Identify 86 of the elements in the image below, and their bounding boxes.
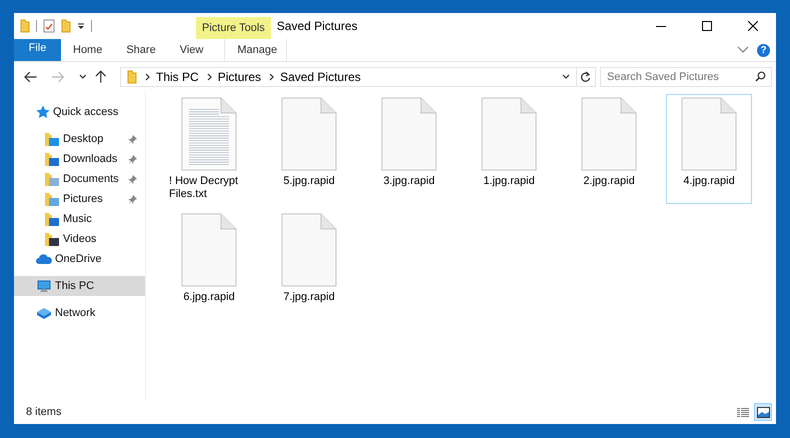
- window-title: Saved Pictures: [276, 18, 358, 35]
- blank-file-icon: [281, 213, 337, 287]
- expand-ribbon-icon[interactable]: [737, 46, 749, 54]
- sidebar-label: Music: [63, 213, 92, 225]
- sidebar-item[interactable]: This PC: [14, 276, 145, 296]
- chevron-right-icon: [206, 73, 212, 81]
- cloud-icon: [36, 254, 52, 264]
- file-name: 3.jpg.rapid: [383, 175, 435, 188]
- address-bar[interactable]: This PC Pictures Saved Pictures: [120, 67, 577, 87]
- sidebar-item[interactable]: Pictures: [14, 189, 145, 209]
- file-item[interactable]: ! How Decrypt Files.txt: [166, 94, 252, 204]
- breadcrumb[interactable]: Saved Pictures: [280, 70, 361, 84]
- help-button[interactable]: ?: [757, 44, 770, 56]
- file-tab[interactable]: File: [14, 39, 61, 61]
- sidebar-item[interactable]: Downloads: [14, 149, 145, 169]
- desktop-folder-icon: [44, 132, 60, 146]
- sidebar-item[interactable]: OneDrive: [14, 249, 145, 269]
- videos-folder-icon: [44, 232, 60, 246]
- file-item[interactable]: 2.jpg.rapid: [566, 94, 652, 204]
- search-field[interactable]: Search Saved Pictures: [600, 67, 772, 87]
- file-item[interactable]: 6.jpg.rapid: [166, 210, 252, 307]
- refresh-button[interactable]: [576, 67, 596, 87]
- ribbon-tab[interactable]: Share: [114, 39, 168, 61]
- sidebar-label: Documents: [63, 173, 119, 185]
- file-item[interactable]: 3.jpg.rapid: [366, 94, 452, 204]
- ribbon-tab[interactable]: Home: [61, 39, 114, 61]
- chevron-down-icon[interactable]: [78, 74, 87, 80]
- sidebar-label: OneDrive: [55, 253, 102, 265]
- sidebar-label: Pictures: [63, 193, 103, 205]
- sidebar-label: Desktop: [63, 133, 104, 145]
- blank-file-icon: [181, 213, 237, 287]
- close-icon: [748, 21, 758, 31]
- dropdown-icon[interactable]: [77, 22, 85, 30]
- file-name: 2.jpg.rapid: [583, 175, 635, 188]
- sidebar-item[interactable]: Music: [14, 209, 145, 229]
- ribbon-tab[interactable]: View: [168, 39, 216, 61]
- sidebar-item[interactable]: Videos: [14, 229, 145, 249]
- sidebar-item[interactable]: Quick access: [14, 102, 145, 122]
- breadcrumb[interactable]: This PC: [156, 70, 199, 84]
- chevron-down-icon[interactable]: [562, 74, 570, 80]
- documents-folder-icon: [44, 172, 60, 186]
- refresh-icon: [580, 71, 592, 83]
- downloads-folder-icon: [44, 152, 60, 166]
- pictures-folder-icon: [44, 192, 60, 206]
- file-name: 5.jpg.rapid: [283, 175, 335, 188]
- folder-icon: [127, 70, 138, 84]
- sidebar-label: Quick access: [53, 106, 118, 118]
- up-icon[interactable]: [94, 70, 106, 84]
- file-name: ! How Decrypt Files.txt: [169, 175, 240, 201]
- details-view-icon: [737, 406, 749, 418]
- chevron-right-icon: [145, 73, 150, 81]
- sidebar-label: This PC: [55, 280, 94, 292]
- file-name: 1.jpg.rapid: [483, 175, 535, 188]
- file-name: 4.jpg.rapid: [683, 175, 735, 188]
- blank-file-icon: [681, 97, 737, 171]
- blank-file-icon: [581, 97, 637, 171]
- view-button[interactable]: [754, 403, 772, 421]
- network-icon: [36, 306, 52, 320]
- maximize-icon: [702, 21, 712, 31]
- sidebar-item[interactable]: Desktop: [14, 129, 145, 149]
- file-name: 6.jpg.rapid: [183, 291, 235, 304]
- file-item[interactable]: 4.jpg.rapid: [666, 94, 752, 204]
- music-folder-icon: [44, 212, 60, 226]
- blank-file-icon: [281, 97, 337, 171]
- blank-file-icon: [381, 97, 437, 171]
- context-tab-group-label: Picture Tools: [196, 17, 271, 39]
- file-name: 7.jpg.rapid: [283, 291, 335, 304]
- file-item[interactable]: 5.jpg.rapid: [266, 94, 352, 204]
- large-icons-view-icon: [756, 406, 770, 418]
- text-document-icon: [181, 97, 237, 171]
- blank-file-icon: [481, 97, 537, 171]
- properties-icon[interactable]: [43, 19, 55, 33]
- file-item[interactable]: 1.jpg.rapid: [466, 94, 552, 204]
- back-icon[interactable]: [24, 71, 38, 83]
- sidebar-label: Videos: [63, 233, 96, 245]
- sidebar-item[interactable]: Network: [14, 303, 145, 323]
- star-icon: [36, 105, 50, 119]
- breadcrumb[interactable]: Pictures: [218, 70, 262, 84]
- chevron-right-icon: [269, 73, 274, 81]
- computer-icon: [36, 280, 52, 292]
- file-item[interactable]: 7.jpg.rapid: [266, 210, 352, 307]
- sidebar-label: Downloads: [63, 153, 118, 165]
- item-count: 8 items: [26, 406, 62, 418]
- sidebar-item[interactable]: Documents: [14, 169, 145, 189]
- search-icon: [755, 71, 766, 82]
- sidebar-label: Network: [55, 307, 96, 319]
